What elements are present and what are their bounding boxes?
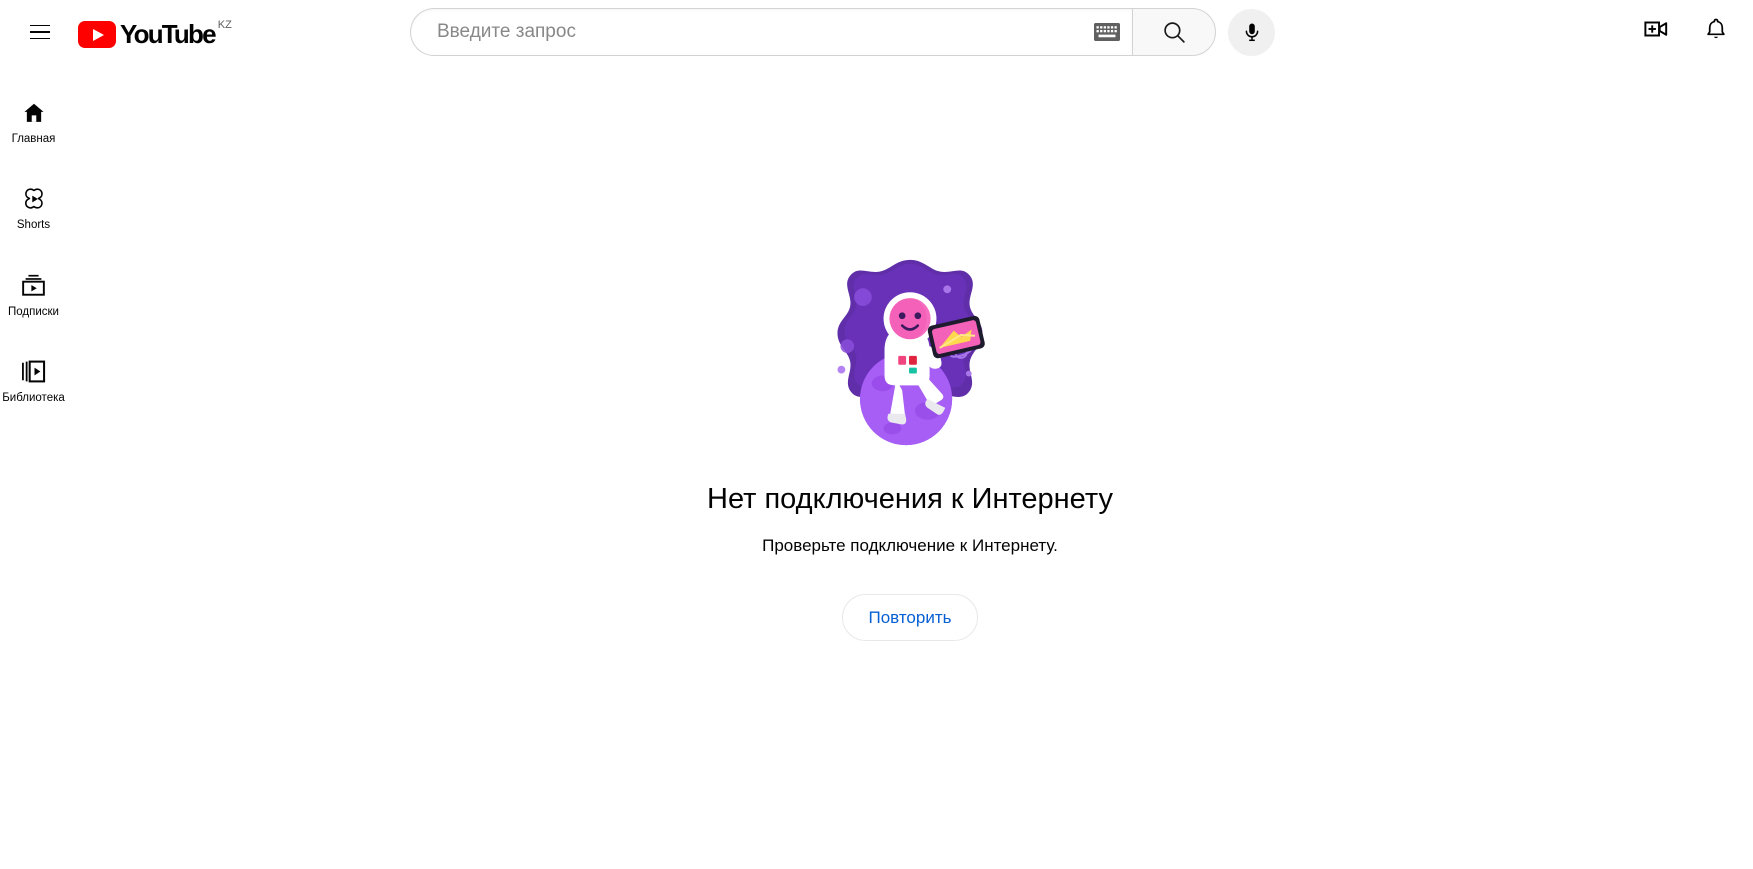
microphone-icon — [1245, 23, 1258, 42]
search-button[interactable] — [1132, 8, 1216, 56]
mini-guide-sidebar: Главная Shorts Подписки Библиотека — [0, 64, 67, 869]
home-icon — [23, 103, 44, 122]
sidebar-item-subscriptions[interactable]: Подписки — [0, 258, 67, 332]
masthead-start: YouTube KZ — [0, 10, 232, 54]
sidebar-item-label: Главная — [11, 133, 56, 145]
sidebar-item-label: Библиотека — [2, 391, 65, 404]
shorts-icon — [24, 188, 43, 209]
video-camera-plus-icon — [1644, 21, 1668, 37]
library-icon — [22, 360, 46, 382]
search-icon — [1163, 21, 1185, 43]
youtube-logo[interactable]: YouTube KZ — [78, 12, 232, 52]
sidebar-item-label: Подписки — [8, 305, 59, 318]
sidebar-item-home[interactable]: Главная — [0, 86, 67, 160]
notifications-button[interactable] — [1695, 8, 1737, 50]
masthead-end — [1635, 8, 1737, 50]
astronaut-on-planet-offline-illustration — [837, 259, 985, 446]
sidebar-item-shorts[interactable]: Shorts — [0, 172, 67, 246]
subscriptions-icon — [22, 274, 45, 296]
sidebar-item-label: Shorts — [16, 219, 51, 231]
offline-error-page: Нет подключения к Интернету Проверьте по… — [67, 64, 1753, 869]
search-area — [410, 8, 1275, 56]
youtube-play-icon — [78, 21, 116, 48]
youtube-logo-text: YouTube — [120, 19, 217, 49]
masthead: YouTube KZ — [0, 0, 1753, 64]
bell-icon — [1707, 18, 1725, 39]
logo-country-code: KZ — [217, 19, 232, 31]
search-box[interactable] — [410, 8, 1132, 56]
search-input[interactable] — [437, 21, 1094, 43]
offline-subtitle: Проверьте подключение к Интернету. — [762, 536, 1058, 555]
hamburger-line — [30, 24, 50, 27]
retry-button[interactable]: Повторить — [841, 594, 979, 641]
hamburger-line — [30, 31, 50, 33]
create-video-button[interactable] — [1635, 8, 1677, 50]
voice-search-button[interactable] — [1228, 8, 1275, 56]
guide-toggle-button[interactable] — [18, 10, 62, 54]
sidebar-item-library[interactable]: Библиотека — [0, 344, 67, 418]
keyboard-icon[interactable] — [1094, 23, 1120, 41]
hamburger-line — [30, 37, 50, 40]
offline-title: Нет подключения к Интернету — [707, 483, 1113, 515]
